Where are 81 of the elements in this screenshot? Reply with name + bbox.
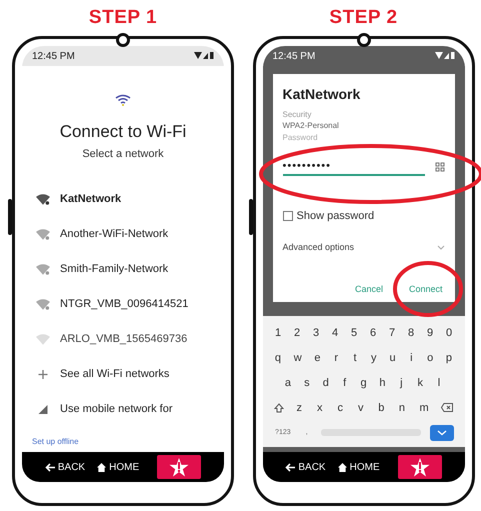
status-time: 12:45 PM bbox=[272, 50, 316, 62]
keyboard-key[interactable]: 2 bbox=[292, 326, 302, 338]
keyboard-key[interactable]: m bbox=[418, 402, 431, 414]
keyboard-key[interactable]: t bbox=[350, 352, 360, 364]
network-item[interactable]: ARLO_VMB_1565469736 bbox=[60, 333, 188, 345]
keyboard-key[interactable]: o bbox=[425, 352, 436, 364]
back-arrow-icon bbox=[44, 462, 55, 472]
step-heading: STEP 2 bbox=[329, 6, 398, 30]
status-time: 12:45 PM bbox=[32, 50, 75, 62]
keyboard-key[interactable]: u bbox=[387, 352, 398, 364]
dialog-title: KatNetwork bbox=[282, 86, 362, 102]
home-icon bbox=[97, 462, 106, 472]
help-button[interactable] bbox=[398, 455, 442, 479]
network-item[interactable]: NTGR_VMB_0096414521 bbox=[60, 298, 188, 310]
password-label: Password bbox=[282, 133, 319, 142]
enter-key[interactable] bbox=[430, 424, 454, 440]
check-icon bbox=[436, 429, 447, 436]
advanced-options[interactable]: Advanced options bbox=[282, 242, 354, 252]
keyboard-key[interactable]: i bbox=[406, 352, 416, 364]
keyboard-key[interactable]: x bbox=[314, 402, 325, 414]
screen-title: Connect to Wi-Fi bbox=[60, 122, 186, 142]
back-button[interactable]: BACK bbox=[44, 462, 86, 472]
keyboard-key[interactable]: 3 bbox=[310, 326, 322, 338]
highlight-ellipse bbox=[393, 261, 463, 317]
home-button[interactable]: HOME bbox=[338, 462, 380, 472]
security-label: Security bbox=[282, 110, 312, 119]
help-button[interactable] bbox=[157, 455, 202, 479]
keyboard-key[interactable]: z bbox=[294, 402, 304, 414]
show-password-checkbox[interactable]: Show password bbox=[282, 210, 444, 222]
keyboard-key[interactable]: j bbox=[396, 376, 406, 388]
home-button[interactable]: HOME bbox=[97, 462, 140, 472]
keyboard-key[interactable]: k bbox=[415, 376, 426, 388]
signal-icon bbox=[36, 404, 50, 414]
keyboard-key[interactable]: y bbox=[368, 352, 379, 364]
keyboard-key[interactable]: 6 bbox=[368, 326, 378, 338]
status-icons bbox=[434, 52, 454, 60]
keyboard-key[interactable]: g bbox=[358, 376, 369, 388]
keyboard-key[interactable]: r bbox=[331, 352, 342, 364]
backspace-icon[interactable] bbox=[441, 403, 454, 412]
step-heading: STEP 1 bbox=[88, 6, 158, 30]
chevron-icon bbox=[436, 244, 444, 250]
network-item[interactable]: Use mobile network for bbox=[60, 403, 172, 415]
star-logo-icon bbox=[169, 458, 190, 476]
keyboard-key[interactable]: e bbox=[312, 352, 323, 364]
network-item[interactable]: KatNetwork bbox=[60, 193, 122, 205]
status-icons bbox=[194, 52, 214, 60]
keyboard-key[interactable]: s bbox=[302, 376, 312, 388]
keyboard-key[interactable]: 4 bbox=[330, 326, 340, 338]
keyboard-key[interactable]: 7 bbox=[386, 326, 398, 338]
shift-icon[interactable] bbox=[274, 402, 284, 412]
network-item[interactable]: Smith-Family-Network bbox=[60, 263, 168, 275]
back-button[interactable]: BACK bbox=[285, 462, 326, 472]
keyboard-key[interactable]: p bbox=[444, 352, 454, 364]
keyboard-key[interactable]: 9 bbox=[424, 326, 436, 338]
keyboard-key[interactable]: h bbox=[377, 376, 388, 388]
keyboard-key[interactable]: v bbox=[356, 402, 366, 414]
wifi-icon bbox=[115, 94, 131, 106]
keyboard-key[interactable]: l bbox=[434, 376, 444, 388]
password-field[interactable]: •••••••••• bbox=[282, 158, 424, 176]
keyboard-key[interactable]: n bbox=[396, 402, 407, 414]
keyboard-key[interactable]: 8 bbox=[406, 326, 416, 338]
back-arrow-icon bbox=[285, 462, 296, 472]
keyboard-key[interactable]: 1 bbox=[272, 326, 284, 338]
grid-icon bbox=[434, 162, 444, 172]
keyboard-key[interactable]: q bbox=[272, 352, 283, 364]
security-value: WPA2-Personal bbox=[282, 121, 340, 130]
keyboard-key[interactable]: 5 bbox=[348, 326, 360, 338]
keyboard-key[interactable]: 0 bbox=[444, 326, 454, 338]
star-logo-icon bbox=[410, 458, 430, 476]
home-icon bbox=[338, 462, 347, 472]
screen-subtitle: Select a network bbox=[82, 148, 164, 160]
keyboard-key[interactable]: c bbox=[335, 402, 346, 414]
keyboard-key[interactable]: w bbox=[292, 352, 304, 364]
keyboard-key[interactable]: b bbox=[376, 402, 386, 414]
network-item[interactable]: See all Wi-Fi networks bbox=[60, 368, 170, 380]
keyboard-key[interactable]: a bbox=[282, 376, 294, 388]
setup-offline-link[interactable]: Set up offline bbox=[28, 437, 218, 446]
network-item[interactable]: Another-WiFi-Network bbox=[60, 228, 168, 240]
keyboard-key[interactable]: d bbox=[320, 376, 331, 388]
keyboard-key[interactable]: f bbox=[340, 376, 350, 388]
plus-icon bbox=[36, 370, 50, 378]
